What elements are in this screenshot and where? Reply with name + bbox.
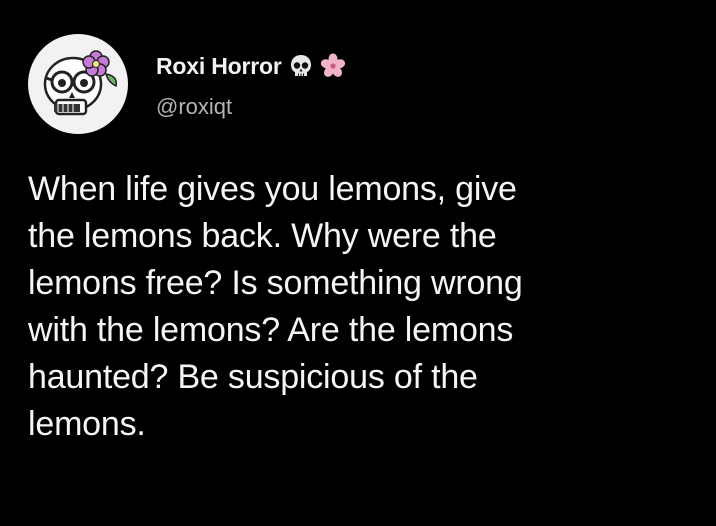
display-name-row: Roxi Horror bbox=[156, 48, 346, 84]
tweet-text: When life gives you lemons, give the lem… bbox=[28, 166, 698, 448]
tweet-text-line: lemons free? Is something wrong bbox=[28, 264, 523, 302]
tweet-text-line: haunted? Be suspicious of the bbox=[28, 358, 478, 396]
tweet-text-line: When life gives you lemons, give bbox=[28, 170, 517, 208]
tweet-text-line: the lemons back. Why were the bbox=[28, 217, 497, 255]
tweet-card: Roxi Horror @roxiqt When life gives you … bbox=[0, 0, 716, 526]
tweet-text-line: with the lemons? Are the lemons bbox=[28, 311, 514, 349]
skull-icon bbox=[288, 53, 314, 79]
tweet-text-line: lemons. bbox=[28, 405, 146, 443]
author-info: Roxi Horror @roxiqt bbox=[156, 48, 346, 120]
user-handle[interactable]: @roxiqt bbox=[156, 94, 346, 120]
tweet-header: Roxi Horror @roxiqt bbox=[28, 34, 346, 134]
display-name[interactable]: Roxi Horror bbox=[156, 53, 282, 80]
skull-avatar-icon bbox=[43, 50, 118, 116]
cherry-blossom-icon bbox=[320, 53, 346, 79]
avatar[interactable] bbox=[28, 34, 128, 134]
